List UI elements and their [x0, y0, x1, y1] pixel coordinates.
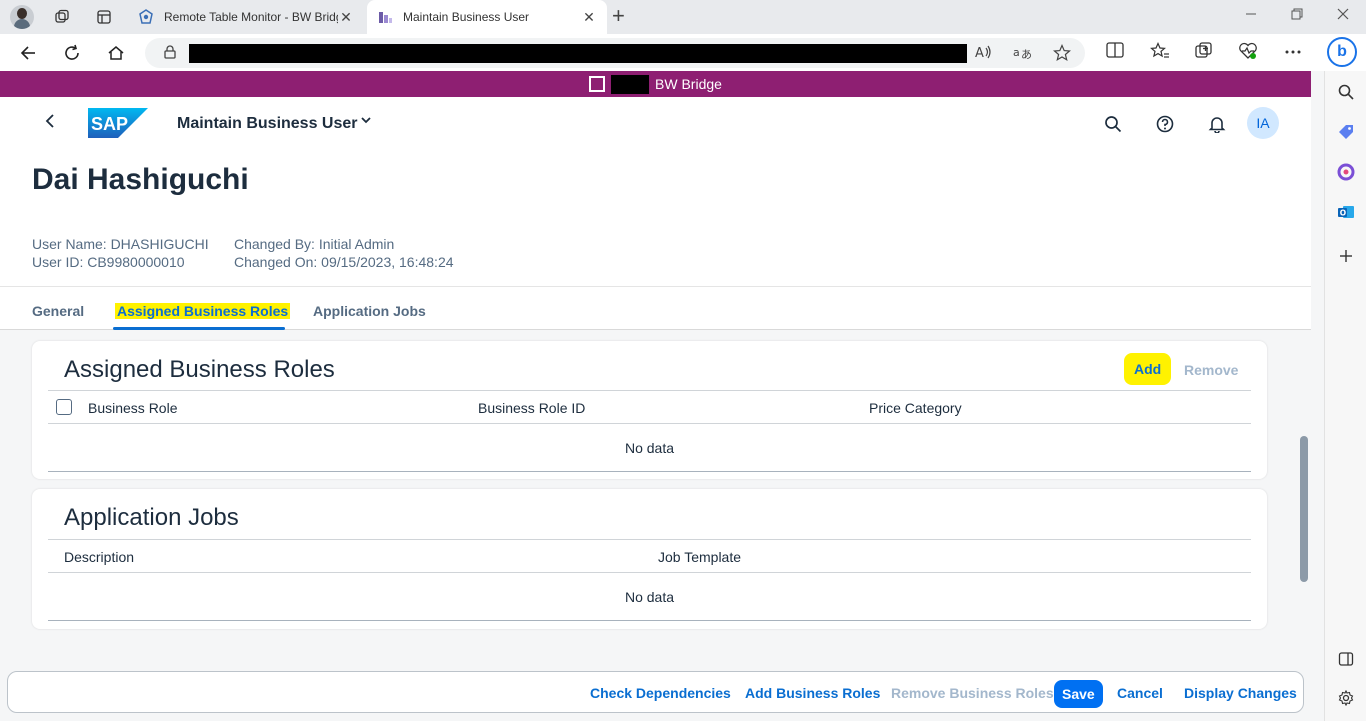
- browser-essentials-icon[interactable]: [1238, 42, 1258, 65]
- cancel-button[interactable]: Cancel: [1117, 685, 1163, 701]
- collections-icon[interactable]: [1195, 42, 1213, 65]
- column-header[interactable]: Job Template: [658, 549, 741, 565]
- shopping-tag-icon[interactable]: [1333, 119, 1359, 145]
- hide-sidebar-icon[interactable]: [1333, 646, 1359, 672]
- svg-text:SAP: SAP: [91, 114, 128, 134]
- user-name-attribute: User Name: DHASHIGUCHI: [32, 236, 209, 252]
- browser-tab-title: Maintain Business User: [403, 10, 530, 24]
- remove-business-roles-button[interactable]: Remove Business Roles: [891, 685, 1054, 701]
- minimize-window-icon[interactable]: [1245, 8, 1257, 23]
- column-header[interactable]: Price Category: [869, 400, 962, 416]
- user-id-attribute: User ID: CB9980000010: [32, 254, 185, 270]
- shell-bar: SAP Maintain Business User IA: [0, 97, 1311, 151]
- check-dependencies-button[interactable]: Check Dependencies: [590, 685, 731, 701]
- system-banner-label: BW Bridge: [655, 76, 722, 92]
- read-aloud-icon[interactable]: A: [975, 44, 993, 64]
- refresh-icon[interactable]: [60, 41, 84, 65]
- search-icon[interactable]: [1102, 113, 1124, 135]
- split-screen-icon[interactable]: [1106, 42, 1124, 63]
- add-sidebar-app-icon[interactable]: [1333, 243, 1359, 269]
- display-changes-button[interactable]: Display Changes: [1184, 685, 1297, 701]
- changed-on-attribute: Changed On: 09/15/2023, 16:48:24: [234, 254, 454, 270]
- notifications-bell-icon[interactable]: [1206, 113, 1228, 135]
- sap-app-favicon-icon: [377, 9, 393, 25]
- user-avatar[interactable]: IA: [1247, 107, 1279, 139]
- back-arrow-icon[interactable]: [16, 41, 40, 65]
- app-title[interactable]: Maintain Business User: [177, 115, 358, 133]
- jobs-table-header: Description Job Template: [48, 539, 1251, 573]
- translate-icon[interactable]: aあ: [1013, 44, 1032, 64]
- url-field[interactable]: A aあ: [145, 38, 1085, 68]
- more-options-icon[interactable]: [1284, 42, 1302, 60]
- add-business-roles-button[interactable]: Add Business Roles: [745, 685, 880, 701]
- restore-window-icon[interactable]: [1291, 8, 1303, 23]
- profile-avatar-icon[interactable]: [10, 5, 34, 29]
- back-nav-icon[interactable]: [44, 113, 56, 134]
- system-banner: BW Bridge: [0, 71, 1311, 97]
- application-jobs-section: Application Jobs Description Job Templat…: [32, 489, 1267, 629]
- save-button[interactable]: Save: [1054, 680, 1103, 708]
- svg-text:あ: あ: [1021, 48, 1031, 60]
- svg-text:O: O: [1340, 208, 1346, 217]
- section-tab-bar: General Assigned Business Roles Applicat…: [0, 286, 1311, 330]
- tab-general[interactable]: General: [32, 303, 84, 319]
- svg-text:a: a: [1013, 46, 1020, 59]
- close-tab-icon[interactable]: ✕: [581, 9, 597, 26]
- new-tab-icon[interactable]: +: [612, 5, 625, 27]
- tab-application-jobs[interactable]: Application Jobs: [313, 303, 426, 319]
- home-icon[interactable]: [104, 41, 128, 65]
- chevron-down-icon[interactable]: [360, 114, 372, 129]
- office-icon[interactable]: [1333, 159, 1359, 185]
- changed-by-attribute: Changed By: Initial Admin: [234, 236, 395, 252]
- section-title: Assigned Business Roles: [64, 356, 335, 383]
- bw-bridge-favicon-icon: [138, 9, 154, 25]
- favorite-star-icon[interactable]: [1053, 43, 1071, 66]
- lock-icon: [164, 45, 176, 59]
- column-header[interactable]: Business Role: [88, 400, 178, 416]
- browser-tab-maintain-business-user[interactable]: Maintain Business User ✕: [367, 0, 607, 34]
- help-icon[interactable]: [1154, 113, 1176, 135]
- edge-sidebar: O: [1324, 71, 1366, 721]
- favorites-icon[interactable]: [1150, 42, 1170, 65]
- section-title: Application Jobs: [64, 504, 239, 531]
- remove-role-button[interactable]: Remove: [1184, 362, 1238, 378]
- select-all-checkbox[interactable]: [56, 399, 72, 415]
- page-content: Assigned Business Roles Add Remove Busin…: [0, 330, 1311, 670]
- page-title: Dai Hashiguchi: [32, 163, 249, 196]
- tab-label: Assigned Business Roles: [115, 303, 291, 319]
- sidebar-settings-gear-icon[interactable]: [1333, 685, 1359, 711]
- roles-no-data-row: No data: [48, 424, 1251, 472]
- page-scrollbar[interactable]: [1300, 436, 1308, 582]
- browser-tab-title: Remote Table Monitor - BW Bridge: [164, 10, 338, 24]
- footer-toolbar: Check Dependencies Add Business Roles Re…: [7, 671, 1304, 713]
- jobs-no-data-row: No data: [48, 573, 1251, 621]
- browser-address-bar: A aあ: [0, 34, 1366, 71]
- browser-tab-remote-table-monitor[interactable]: Remote Table Monitor - BW Bridge ✕: [128, 0, 364, 34]
- sidebar-search-icon[interactable]: [1333, 79, 1359, 105]
- close-tab-icon[interactable]: ✕: [338, 9, 354, 26]
- column-header[interactable]: Description: [64, 549, 134, 565]
- close-window-icon[interactable]: [1337, 8, 1349, 23]
- tab-assigned-business-roles[interactable]: Assigned Business Roles: [115, 303, 291, 319]
- bing-copilot-icon[interactable]: b: [1327, 37, 1357, 67]
- assigned-business-roles-section: Assigned Business Roles Add Remove Busin…: [32, 341, 1267, 479]
- object-header: Dai Hashiguchi User Name: DHASHIGUCHI Us…: [0, 151, 1311, 286]
- add-role-button[interactable]: Add: [1124, 353, 1172, 385]
- redacted-url: [189, 44, 967, 63]
- redacted-system-id: [611, 74, 650, 94]
- roles-table-header: Business Role Business Role ID Price Cat…: [48, 390, 1251, 424]
- sap-logo[interactable]: SAP: [88, 108, 148, 138]
- browser-tab-bar: Remote Table Monitor - BW Bridge ✕ Maint…: [0, 0, 1366, 34]
- column-header[interactable]: Business Role ID: [478, 400, 585, 416]
- tab-actions-icon[interactable]: [93, 6, 115, 28]
- svg-text:A: A: [975, 46, 984, 60]
- outlook-icon[interactable]: O: [1333, 199, 1359, 225]
- system-icon: [589, 76, 606, 92]
- workspaces-icon[interactable]: [51, 6, 73, 28]
